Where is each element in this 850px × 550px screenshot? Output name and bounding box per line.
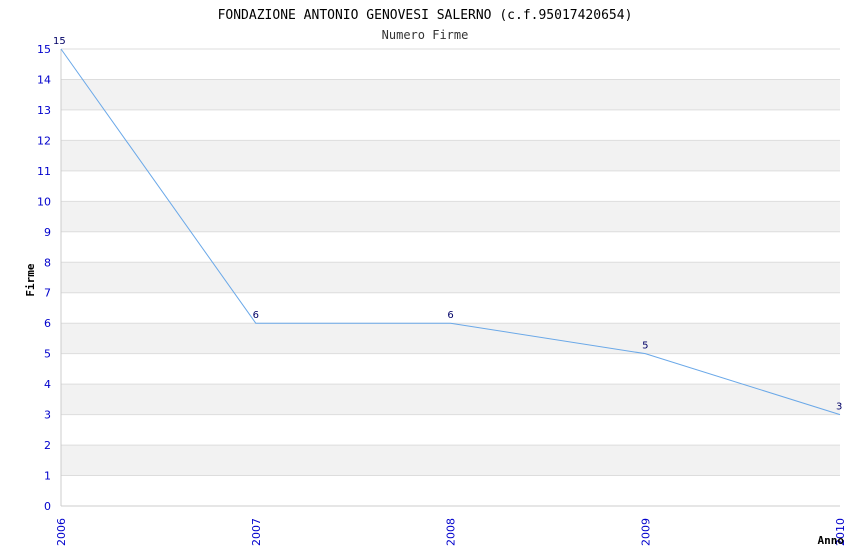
y-tick-label: 0 (44, 500, 51, 513)
y-tick-label: 14 (37, 73, 51, 86)
background-band (61, 414, 840, 446)
background-band (61, 109, 840, 141)
data-label: 3 (836, 402, 842, 413)
y-tick-label: 9 (44, 226, 51, 239)
background-band (61, 231, 840, 263)
y-tick-label: 1 (44, 470, 51, 483)
background-band (61, 79, 840, 110)
x-tick-label: 2009 (639, 518, 652, 546)
y-axis-label: Firme (24, 263, 37, 296)
y-tick-label: 2 (44, 439, 51, 452)
background-band (61, 170, 840, 202)
background-band (61, 384, 840, 415)
line-chart: FONDAZIONE ANTONIO GENOVESI SALERNO (c.f… (24, 8, 847, 547)
background-band (61, 201, 840, 232)
background-band (61, 323, 840, 354)
plot-background-bands (61, 49, 840, 506)
x-tick-label: 2006 (55, 518, 68, 546)
y-tick-label: 12 (37, 134, 51, 147)
background-band (61, 445, 840, 476)
y-tick-label: 7 (44, 287, 51, 300)
background-band (61, 475, 840, 506)
background-band (61, 262, 840, 293)
y-tick-label: 3 (44, 409, 51, 422)
y-tick-label: 5 (44, 348, 51, 361)
y-tick-label: 4 (44, 378, 51, 391)
x-tick-label: 2008 (445, 518, 458, 546)
background-band (61, 353, 840, 385)
y-tick-label: 8 (44, 256, 51, 269)
chart-subtitle: Numero Firme (382, 28, 469, 42)
background-band (61, 140, 840, 171)
y-tick-label: 11 (37, 165, 51, 178)
data-label: 6 (253, 310, 259, 321)
y-tick-label: 15 (37, 43, 51, 56)
y-tick-label: 6 (44, 317, 51, 330)
data-label: 5 (642, 341, 648, 352)
data-label: 15 (53, 36, 66, 47)
x-tick-label: 2007 (250, 518, 263, 546)
y-tick-label: 10 (37, 195, 51, 208)
chart-title: FONDAZIONE ANTONIO GENOVESI SALERNO (c.f… (218, 8, 633, 23)
y-tick-label: 13 (37, 104, 51, 117)
y-tick-labels: 0123456789101112131415 (37, 43, 51, 513)
x-tick-labels: 2006 2007 2008 2009 2010 (55, 518, 847, 546)
data-label: 6 (447, 310, 453, 321)
x-axis-label: Anno (818, 534, 845, 547)
background-band (61, 49, 840, 80)
